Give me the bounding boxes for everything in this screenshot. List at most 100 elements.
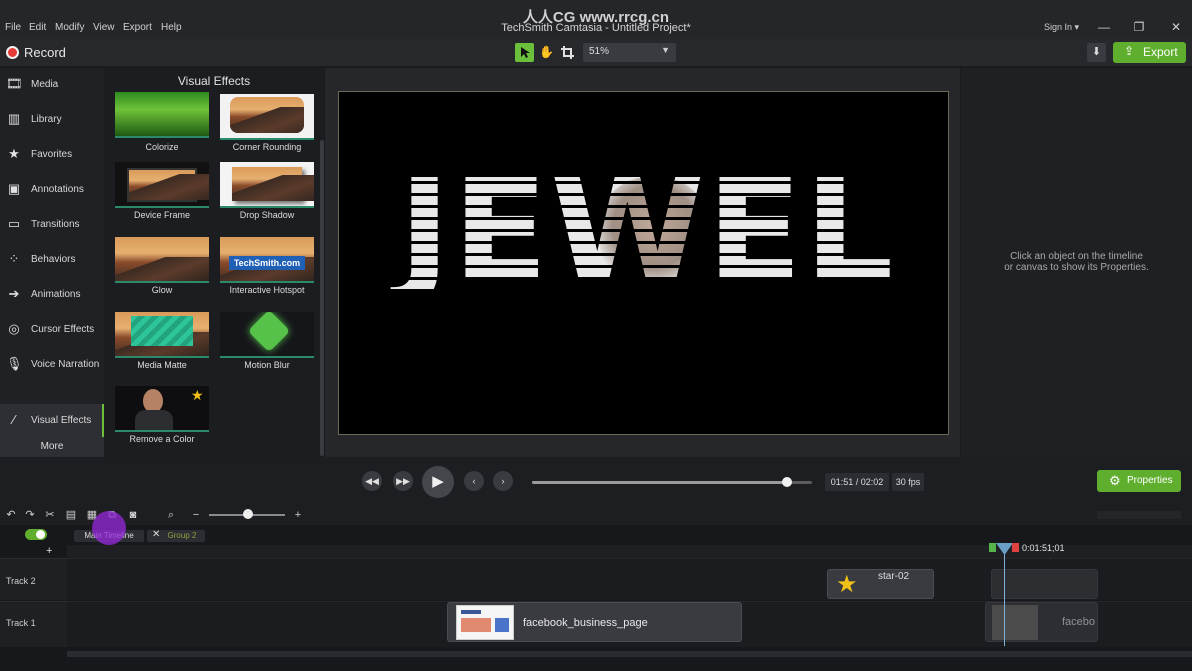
export-button[interactable]: ⇪ Export xyxy=(1113,42,1186,63)
hotspot-badge: TechSmith.com xyxy=(229,256,305,270)
scrubber-handle[interactable] xyxy=(781,477,792,487)
step-forward-icon[interactable]: ▶▶ xyxy=(393,471,413,491)
favorite-star-icon[interactable]: ★ xyxy=(191,387,204,404)
download-icon[interactable]: ⬇ xyxy=(1087,43,1106,62)
tab-label: Group 2 xyxy=(167,531,197,540)
redo-icon[interactable]: ↷ xyxy=(23,508,37,522)
zoom-out-icon[interactable]: − xyxy=(189,508,203,522)
effect-corner-rounding[interactable]: Corner Rounding xyxy=(220,94,314,157)
timeline-scroll-mini[interactable] xyxy=(1097,511,1181,519)
clip-star-02[interactable]: ★ star-02 xyxy=(827,569,934,599)
clip-facebook-truncated[interactable]: facebo xyxy=(985,602,1098,642)
menu-file[interactable]: File xyxy=(5,22,21,33)
previous-marker-icon[interactable]: ‹ xyxy=(464,471,484,491)
sidebar-item-animations[interactable]: ➔ Animations xyxy=(0,278,104,312)
scrubber[interactable] xyxy=(532,477,812,487)
menu-edit[interactable]: Edit xyxy=(29,22,46,33)
cursor-highlight xyxy=(92,511,126,545)
effect-media-matte[interactable]: Media Matte xyxy=(115,312,209,375)
effect-label: Drop Shadow xyxy=(239,210,295,220)
more-button[interactable]: More xyxy=(0,437,104,457)
track-header-1[interactable]: Track 1 xyxy=(0,601,67,647)
play-icon[interactable]: ▶ xyxy=(422,466,454,498)
scrubber-progress xyxy=(532,481,787,484)
preview-canvas[interactable]: JEWEL xyxy=(338,91,949,435)
close-button[interactable]: ✕ xyxy=(1163,18,1189,36)
playhead-in-handle[interactable] xyxy=(989,543,996,552)
sidebar-item-favorites[interactable]: ★ Favorites xyxy=(0,138,104,172)
effect-colorize[interactable]: Colorize xyxy=(115,92,209,157)
next-marker-icon[interactable]: › xyxy=(493,471,513,491)
sidebar-item-behaviors[interactable]: ⁘ Behaviors xyxy=(0,243,104,277)
sidebar-item-library[interactable]: ▥ Library xyxy=(0,103,104,137)
snapshot-icon[interactable]: ◙ xyxy=(126,508,140,522)
effect-label: Corner Rounding xyxy=(232,142,302,152)
restore-button[interactable]: ❐ xyxy=(1126,18,1152,36)
timeline-zoom-handle[interactable] xyxy=(243,509,253,519)
effect-label: Interactive Hotspot xyxy=(229,285,305,295)
select-tool-icon[interactable] xyxy=(515,43,534,62)
effect-interactive-hotspot[interactable]: TechSmith.com Interactive Hotspot xyxy=(220,237,314,300)
properties-panel: Click an object on the timeline or canva… xyxy=(961,68,1192,457)
timeline-horizontal-scrollbar[interactable] xyxy=(67,651,1192,657)
step-back-icon[interactable]: ◀◀ xyxy=(362,471,382,491)
star-icon: ★ xyxy=(8,146,20,161)
effect-device-frame[interactable]: Device Frame xyxy=(115,162,209,225)
playhead-line[interactable] xyxy=(1004,550,1005,646)
effect-drop-shadow[interactable]: Drop Shadow xyxy=(220,162,314,225)
effect-label: Media Matte xyxy=(137,360,187,370)
sidebar-item-media[interactable]: 🎞 Media xyxy=(0,68,104,102)
clip-group-track2[interactable] xyxy=(991,569,1098,599)
effect-motion-blur[interactable]: Motion Blur xyxy=(220,312,314,375)
sidebar-item-cursor-effects[interactable]: ◎ Cursor Effects xyxy=(0,313,104,347)
menu-view[interactable]: View xyxy=(93,22,115,33)
undo-icon[interactable]: ↶ xyxy=(4,508,18,522)
chevron-down-icon: ▼ xyxy=(661,45,670,55)
close-icon[interactable]: ✕ xyxy=(152,529,160,540)
menu-help[interactable]: Help xyxy=(161,22,182,33)
effect-label: Colorize xyxy=(145,142,179,152)
minimize-button[interactable]: — xyxy=(1091,18,1117,36)
cursor-effects-icon: ◎ xyxy=(8,321,20,336)
sidebar-item-label: Behaviors xyxy=(31,254,76,265)
library-icon: ▥ xyxy=(7,111,21,126)
effects-scrollbar[interactable] xyxy=(320,140,324,456)
video-matte xyxy=(599,177,709,287)
clip-facebook-business-page[interactable]: facebook_business_page xyxy=(447,602,742,642)
sidebar-item-transitions[interactable]: ▭ Transitions xyxy=(0,208,104,242)
zoom-icon[interactable]: ⌕ xyxy=(164,508,178,522)
animation-icon: ➔ xyxy=(8,286,20,301)
sidebar-item-voice-narration[interactable]: 🎙 Voice Narration xyxy=(0,348,104,382)
sidebar-item-label: Favorites xyxy=(31,149,73,160)
track-label: Track 1 xyxy=(6,618,36,628)
sidebar-item-label: Annotations xyxy=(31,184,84,195)
cut-icon[interactable]: ✂ xyxy=(43,508,57,522)
pan-tool-icon[interactable]: ✋ xyxy=(537,43,556,62)
sidebar-item-label: Media xyxy=(31,79,59,90)
copy-icon[interactable]: ▤ xyxy=(64,508,78,522)
zoom-in-icon[interactable]: + xyxy=(291,508,305,522)
menu-modify[interactable]: Modify xyxy=(55,22,84,33)
tab-group-2[interactable]: ✕ Group 2 xyxy=(147,529,205,542)
wand-icon: ⁄ xyxy=(12,412,16,427)
sidebar-item-label: Voice Narration xyxy=(31,359,100,370)
playhead-out-handle[interactable] xyxy=(1012,543,1019,552)
sidebar-item-visual-effects[interactable]: ⁄ Visual Effects xyxy=(0,404,104,438)
crop-tool-icon[interactable] xyxy=(558,43,577,62)
sidebar-item-label: Visual Effects xyxy=(31,415,92,426)
add-track-icon[interactable]: + xyxy=(46,545,52,557)
sign-in-button[interactable]: Sign In ▾ xyxy=(1044,22,1079,33)
clip-thumbnail xyxy=(992,605,1038,640)
properties-button[interactable]: ⚙ Properties xyxy=(1097,470,1181,492)
effect-remove-a-color[interactable]: ★ Remove a Color xyxy=(115,386,209,449)
timeline-toolbar: ↶ ↷ ✂ ▤ ▦ ⧉ ◙ ⌕ − + xyxy=(0,505,1192,525)
menu-export[interactable]: Export xyxy=(123,22,152,33)
microphone-icon: 🎙 xyxy=(6,356,23,371)
effect-thumbnail xyxy=(220,94,314,140)
sidebar-item-annotations[interactable]: ▣ Annotations xyxy=(0,173,104,207)
playhead-time: 0:01:51;01 xyxy=(1022,543,1065,553)
effect-glow[interactable]: Glow xyxy=(115,237,209,300)
effect-label: Glow xyxy=(151,285,173,295)
track-header-2[interactable]: Track 2 xyxy=(0,558,67,600)
zoom-dropdown[interactable]: 51% ▼ xyxy=(583,43,676,62)
